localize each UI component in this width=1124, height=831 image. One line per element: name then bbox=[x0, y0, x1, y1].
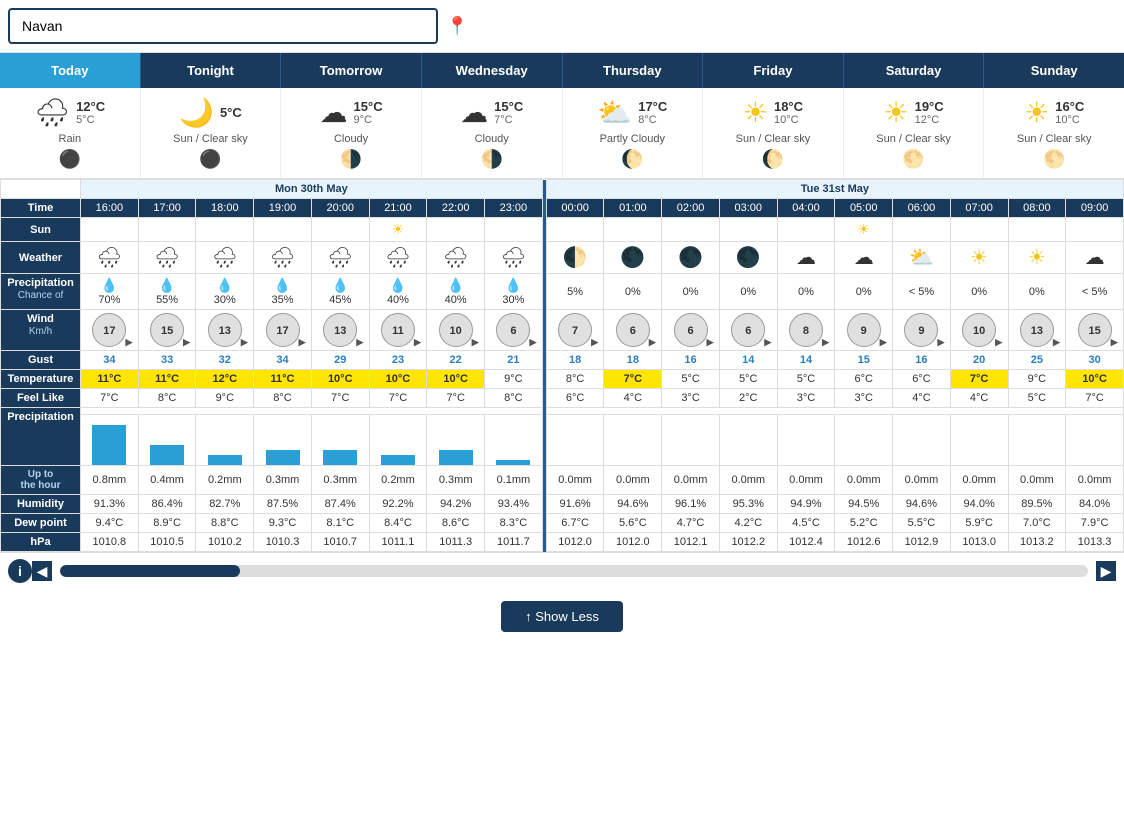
search-bar: 📍 bbox=[0, 0, 1124, 53]
precip-chance-row: Precipitation Chance of 💧70% 💧55% 💧30% 💧… bbox=[1, 274, 1124, 310]
weather-row: Weather 🌧 🌧 🌧 🌧 🌧 🌧 🌧 🌧 🌓 🌑 🌑 🌑 ☁ ☁ ⛅ ☀ … bbox=[1, 242, 1124, 274]
forecast-tonight[interactable]: 🌙 5°C Sun / Clear sky ⚫ bbox=[141, 88, 282, 178]
forecast-sunday[interactable]: ☀ 16°C10°C Sun / Clear sky 🌕 bbox=[984, 88, 1124, 178]
scroll-left-button[interactable]: ◀ bbox=[32, 561, 52, 581]
dew-point-row: Dew point 9.4°C8.9°C8.8°C9.3°C 8.1°C8.4°… bbox=[1, 514, 1124, 533]
location-icon[interactable]: 📍 bbox=[446, 16, 468, 37]
wind-row: Wind Km/h 17▶ 15▶ 13▶ 17▶ 13▶ 11▶ 10▶ 6▶… bbox=[1, 310, 1124, 351]
scrollbar-thumb bbox=[60, 565, 240, 577]
tab-wednesday[interactable]: Wednesday bbox=[422, 53, 563, 88]
forecast-thursday[interactable]: ⛅ 17°C8°C Partly Cloudy 🌔 bbox=[563, 88, 704, 178]
show-less-container: ↑ Show Less bbox=[0, 589, 1124, 652]
bottom-bar: i ◀ ▶ bbox=[0, 552, 1124, 589]
tab-saturday[interactable]: Saturday bbox=[844, 53, 985, 88]
scrollbar-area[interactable] bbox=[60, 565, 1088, 577]
feel-like-row: Feel Like 7°C8°C9°C8°C 7°C7°C7°C8°C 6°C4… bbox=[1, 389, 1124, 408]
sun-row: Sun ☀ ☀ bbox=[1, 218, 1124, 242]
forecast-tomorrow[interactable]: ☁ 15°C9°C Cloudy 🌗 bbox=[281, 88, 422, 178]
forecast-row: 🌧 12°C5°C Rain ⚫ 🌙 5°C Sun / Clear sky ⚫… bbox=[0, 88, 1124, 179]
tab-today[interactable]: Today bbox=[0, 53, 141, 88]
forecast-saturday[interactable]: ☀ 19°C12°C Sun / Clear sky 🌕 bbox=[844, 88, 985, 178]
show-less-button[interactable]: ↑ Show Less bbox=[501, 601, 623, 632]
time-row: Time 16:00 17:00 18:00 19:00 20:00 21:00… bbox=[1, 199, 1124, 218]
precip-chart-label-row: Precipitation bbox=[1, 408, 1124, 415]
date-header-row: Mon 30th May Tue 31st May bbox=[1, 180, 1124, 199]
tab-thursday[interactable]: Thursday bbox=[563, 53, 704, 88]
forecast-today[interactable]: 🌧 12°C5°C Rain ⚫ bbox=[0, 88, 141, 178]
day-tabs: Today Tonight Tomorrow Wednesday Thursda… bbox=[0, 53, 1124, 88]
hourly-detail: Mon 30th May Tue 31st May Time 16:00 17:… bbox=[0, 179, 1124, 552]
temperature-row: Temperature 11°C 11°C 12°C 11°C 10°C 10°… bbox=[1, 370, 1124, 389]
tab-friday[interactable]: Friday bbox=[703, 53, 844, 88]
precip-mm-row: Up tothe hour 0.8mm0.4mm0.2mm0.3mm 0.3mm… bbox=[1, 466, 1124, 495]
forecast-friday[interactable]: ☀ 18°C10°C Sun / Clear sky 🌔 bbox=[703, 88, 844, 178]
hpa-row: hPa 1010.81010.51010.21010.3 1010.71011.… bbox=[1, 533, 1124, 552]
precip-chart-row bbox=[1, 415, 1124, 466]
tab-tomorrow[interactable]: Tomorrow bbox=[281, 53, 422, 88]
forecast-wednesday[interactable]: ☁ 15°C7°C Cloudy 🌗 bbox=[422, 88, 563, 178]
scroll-right-button[interactable]: ▶ bbox=[1096, 561, 1116, 581]
search-input[interactable] bbox=[8, 8, 438, 44]
tab-tonight[interactable]: Tonight bbox=[141, 53, 282, 88]
humidity-row: Humidity 91.3%86.4%82.7%87.5% 87.4%92.2%… bbox=[1, 495, 1124, 514]
info-icon[interactable]: i bbox=[8, 559, 32, 583]
tab-sunday[interactable]: Sunday bbox=[984, 53, 1124, 88]
gust-row: Gust 34333234 29232221 18181614 14151620… bbox=[1, 351, 1124, 370]
